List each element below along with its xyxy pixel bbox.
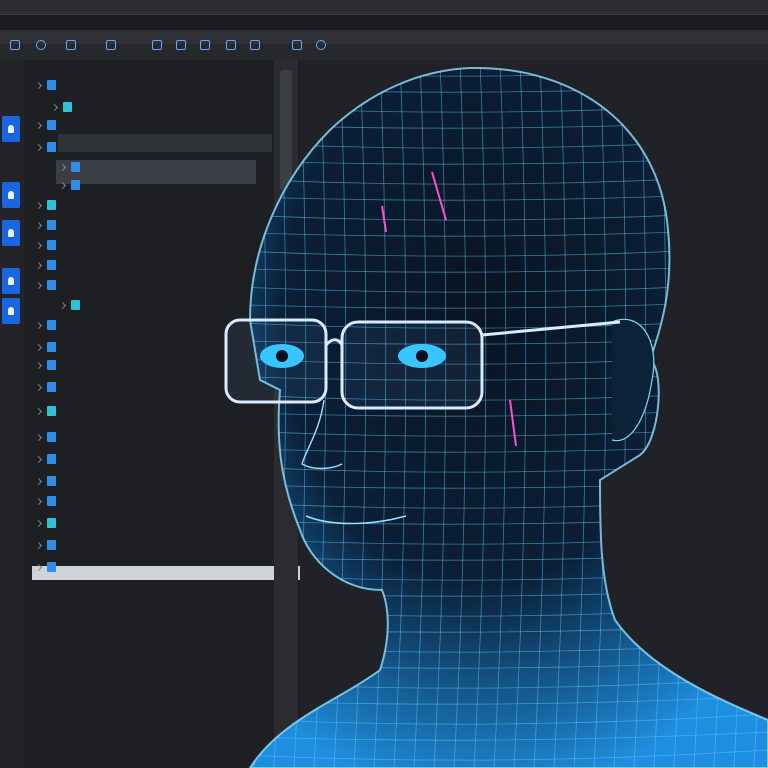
- activity-button[interactable]: [2, 298, 20, 324]
- tree-row[interactable]: [34, 118, 66, 132]
- chevron-right-icon[interactable]: [34, 343, 43, 351]
- file-icon: [71, 300, 80, 310]
- save-icon[interactable]: [152, 40, 162, 50]
- tree-row[interactable]: [34, 318, 66, 332]
- folder-icon: [47, 120, 56, 130]
- tree-row[interactable]: [34, 258, 66, 272]
- file-icon: [47, 240, 56, 250]
- chevron-right-icon[interactable]: [34, 261, 43, 269]
- file-icon: [47, 432, 56, 442]
- tree-row[interactable]: [34, 516, 66, 530]
- tree-row[interactable]: [34, 560, 66, 574]
- activity-button[interactable]: [2, 116, 20, 142]
- activity-button[interactable]: [2, 268, 20, 294]
- chevron-right-icon[interactable]: [34, 321, 43, 329]
- file-icon: [47, 220, 56, 230]
- wireframe-head-illustration: [224, 66, 768, 768]
- chevron-right-icon[interactable]: [34, 541, 43, 549]
- file-icon: [47, 80, 56, 90]
- tree-row[interactable]: [34, 238, 66, 252]
- file-icon: [47, 260, 56, 270]
- file-icon: [47, 320, 56, 330]
- folder-icon[interactable]: [106, 40, 116, 50]
- tree-row[interactable]: [34, 380, 66, 394]
- file-icon: [47, 280, 56, 290]
- chevron-right-icon[interactable]: [58, 181, 67, 189]
- tree-row[interactable]: [34, 430, 66, 444]
- file-icon: [47, 382, 56, 392]
- chevron-right-icon[interactable]: [58, 163, 67, 171]
- file-icon: [47, 476, 56, 486]
- file-icon: [63, 102, 72, 112]
- chevron-right-icon[interactable]: [34, 241, 43, 249]
- file-icon: [71, 180, 80, 190]
- file-icon: [47, 518, 56, 528]
- activity-button[interactable]: [2, 182, 20, 208]
- tree-row[interactable]: [58, 298, 90, 312]
- file-icon[interactable]: [66, 40, 76, 50]
- file-icon: [47, 406, 56, 416]
- chevron-right-icon[interactable]: [34, 497, 43, 505]
- activity-bar: [0, 60, 25, 768]
- file-icon: [47, 540, 56, 550]
- layers-icon[interactable]: [250, 40, 260, 50]
- tree-row[interactable]: [58, 160, 90, 174]
- chevron-right-icon[interactable]: [58, 301, 67, 309]
- file-icon: [47, 562, 56, 572]
- chevron-right-icon[interactable]: [34, 201, 43, 209]
- tree-row[interactable]: [34, 340, 66, 354]
- chevron-right-icon[interactable]: [50, 103, 59, 111]
- tree-row[interactable]: [50, 100, 82, 114]
- tree-row[interactable]: [34, 358, 66, 372]
- tree-row[interactable]: [34, 140, 66, 154]
- tree-row[interactable]: [34, 452, 66, 466]
- chevron-right-icon[interactable]: [34, 361, 43, 369]
- tree-row[interactable]: [34, 78, 66, 92]
- tree-row[interactable]: [34, 494, 66, 508]
- activity-button[interactable]: [2, 220, 20, 246]
- tree-row[interactable]: [58, 178, 90, 192]
- tree-row[interactable]: [34, 404, 66, 418]
- tree-row[interactable]: [34, 198, 66, 212]
- chevron-right-icon[interactable]: [34, 455, 43, 463]
- search-icon[interactable]: [36, 40, 46, 50]
- tree-row[interactable]: [34, 474, 66, 488]
- chevron-right-icon[interactable]: [34, 433, 43, 441]
- grid-icon[interactable]: [176, 40, 186, 50]
- chevron-right-icon[interactable]: [34, 407, 43, 415]
- settings-icon[interactable]: [226, 40, 236, 50]
- info-icon[interactable]: [10, 40, 20, 50]
- chevron-right-icon[interactable]: [34, 281, 43, 289]
- chevron-right-icon[interactable]: [34, 383, 43, 391]
- file-icon: [47, 496, 56, 506]
- head-silhouette: [250, 67, 768, 768]
- chevron-right-icon[interactable]: [34, 221, 43, 229]
- tree-row[interactable]: [34, 218, 66, 232]
- file-icon: [47, 360, 56, 370]
- list-icon[interactable]: [200, 40, 210, 50]
- file-icon: [47, 454, 56, 464]
- tree-row[interactable]: [34, 278, 66, 292]
- tree-row[interactable]: [34, 538, 66, 552]
- chevron-right-icon[interactable]: [34, 121, 43, 129]
- file-icon: [47, 342, 56, 352]
- file-icon: [47, 142, 56, 152]
- title-bar: [0, 0, 768, 15]
- refresh-icon[interactable]: [316, 40, 326, 50]
- chevron-right-icon[interactable]: [34, 563, 43, 571]
- chevron-right-icon[interactable]: [34, 81, 43, 89]
- chevron-right-icon[interactable]: [34, 143, 43, 151]
- chevron-right-icon[interactable]: [34, 519, 43, 527]
- file-icon: [71, 162, 80, 172]
- file-icon: [47, 200, 56, 210]
- cloud-icon[interactable]: [292, 40, 302, 50]
- chevron-right-icon[interactable]: [34, 477, 43, 485]
